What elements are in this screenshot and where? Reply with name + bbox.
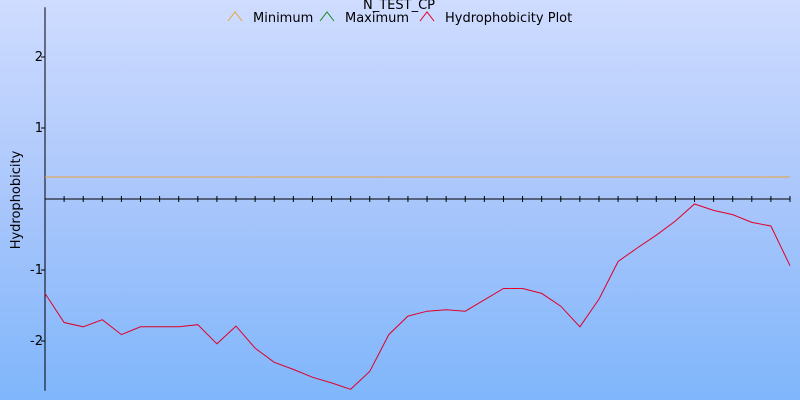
legend-item-maximum: Maximum: [319, 11, 409, 26]
y-axis-label: Hydrophobicity: [9, 150, 24, 249]
y-tick-label: 2: [35, 50, 43, 65]
axes: 2 1 -1 -2: [30, 7, 791, 391]
legend-swatch-icon: [419, 11, 435, 22]
chart-root: N_TEST_CP Minimum Maximum Hydrophobicity P…: [0, 0, 800, 400]
legend-swatch-icon: [319, 11, 335, 22]
hydrophobicity-chart: N_TEST_CP Minimum Maximum Hydrophobicity P…: [9, 0, 791, 391]
plot-area: [44, 176, 791, 390]
chart-legend: Minimum Maximum Hydrophobicity Plot: [227, 11, 572, 26]
legend-item-minimum: Minimum: [227, 11, 313, 26]
legend-swatch-icon: [227, 11, 243, 22]
y-tick-label: -2: [30, 334, 43, 349]
legend-label: Hydrophobicity Plot: [445, 11, 572, 26]
y-tick-label: 1: [35, 121, 43, 136]
legend-label: Maximum: [345, 11, 409, 26]
hydrophobicity-plot-series-line: [44, 203, 791, 390]
legend-item-hydrophobicity-plot: Hydrophobicity Plot: [419, 11, 572, 26]
y-tick-label: -1: [30, 263, 43, 278]
legend-label: Minimum: [253, 11, 313, 26]
